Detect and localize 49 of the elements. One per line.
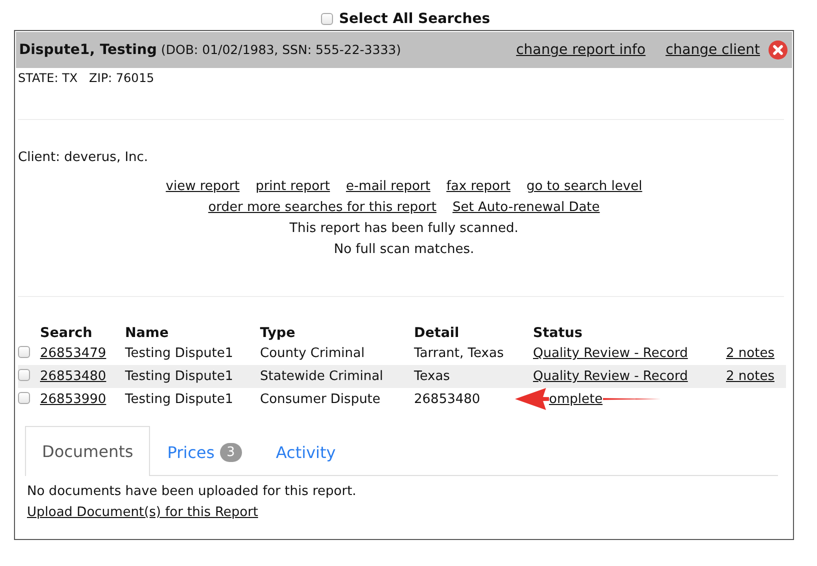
- table-cell: County Criminal: [260, 346, 365, 361]
- column-header: Search: [40, 324, 92, 340]
- status-message: No full scan matches.: [334, 242, 474, 257]
- status-link[interactable]: Quality Review - Record: [533, 346, 688, 361]
- checkbox[interactable]: [18, 392, 30, 404]
- subject-address: STATE: TX ZIP: 76015: [17, 70, 156, 87]
- table-cell: Texas: [414, 369, 450, 384]
- tab[interactable]: Activity: [258, 427, 353, 476]
- column-header: Status: [533, 324, 582, 340]
- column-header: Name: [125, 324, 169, 340]
- checkbox[interactable]: [320, 12, 333, 24]
- search-link[interactable]: 26853990: [40, 392, 106, 407]
- header-link[interactable]: change client: [666, 42, 760, 58]
- tab[interactable]: Prices 3: [150, 427, 259, 476]
- table-cell: Consumer Dispute: [260, 392, 380, 407]
- select-all-label: Select All Searches: [338, 10, 490, 26]
- subject-details: (DOB: 01/02/1983, SSN: 555-22-3333): [161, 42, 401, 56]
- report-link[interactable]: go to search level: [526, 179, 642, 194]
- table-cell: 26853480: [414, 392, 480, 407]
- column-header: Detail: [414, 324, 460, 340]
- report-link[interactable]: print report: [256, 179, 330, 194]
- status-link[interactable]: omplete: [549, 392, 603, 407]
- notes-link[interactable]: 2 notes: [726, 346, 774, 361]
- table-cell: Testing Dispute1: [125, 392, 234, 407]
- tab[interactable]: Documents: [25, 426, 150, 476]
- subject-name: Dispute1, Testing: [19, 42, 157, 58]
- header-link[interactable]: change report info: [516, 42, 646, 58]
- table-row[interactable]: 26853480 Testing Dispute1 Statewide Criminal Texas Quality Review - Record 2 notes: [18, 365, 786, 388]
- close-icon[interactable]: [768, 40, 788, 60]
- report-link[interactable]: Set Auto-renewal Date: [452, 200, 600, 215]
- table-cell: Tarrant, Texas: [414, 346, 504, 361]
- table-cell: Testing Dispute1: [125, 369, 234, 384]
- table-cell: Statewide Criminal: [260, 369, 384, 384]
- documents-message: No documents have been uploaded for this report.: [27, 484, 358, 499]
- table-row[interactable]: 26853479 Testing Dispute1 County Criminal Tarrant, Texas Quality Review - Record 2 notes: [18, 342, 786, 365]
- status-message: This report has been fully scanned.: [290, 221, 518, 236]
- report-link[interactable]: order more searches for this report: [208, 200, 436, 215]
- checkbox[interactable]: [18, 346, 30, 358]
- column-header: Type: [260, 324, 296, 340]
- report-link[interactable]: fax report: [446, 179, 510, 194]
- checkbox[interactable]: [18, 368, 30, 380]
- count-badge: 3: [220, 442, 242, 462]
- table-cell: Testing Dispute1: [125, 346, 234, 361]
- report-link[interactable]: e-mail report: [346, 179, 430, 194]
- table-row[interactable]: 26853990 Testing Dispute1 Consumer Dispute 26853480 omplete: [18, 388, 786, 411]
- client-name: Client: deverus, Inc.: [17, 149, 150, 167]
- upload-link[interactable]: Upload Document(s) for this Report: [27, 505, 258, 520]
- search-link[interactable]: 26853479: [40, 346, 106, 361]
- report-link[interactable]: view report: [166, 179, 240, 194]
